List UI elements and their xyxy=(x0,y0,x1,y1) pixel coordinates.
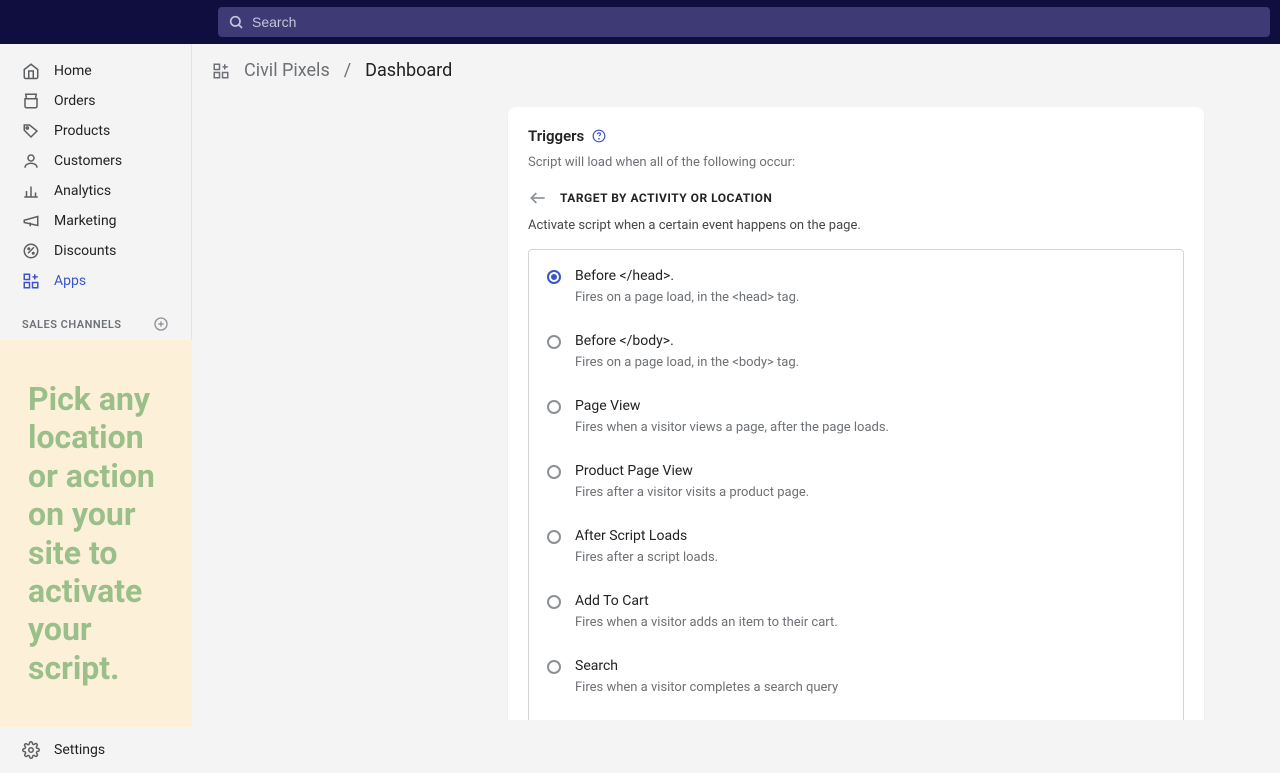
gear-icon xyxy=(22,741,40,759)
discounts-icon xyxy=(22,242,40,260)
settings-label: Settings xyxy=(54,742,105,758)
radio-button[interactable] xyxy=(547,660,561,695)
trigger-option[interactable]: Add To Cart Fires when a visitor adds an … xyxy=(529,579,1183,644)
promo-text: Pick any location or action on your site… xyxy=(28,380,164,687)
radio-button[interactable] xyxy=(547,400,561,435)
back-arrow-icon[interactable] xyxy=(528,188,548,208)
home-icon xyxy=(22,62,40,80)
sales-channels-header: SALES CHANNELS xyxy=(0,308,191,340)
apps-breadcrumb-icon xyxy=(212,62,230,80)
card-subtitle: Script will load when all of the followi… xyxy=(528,155,1184,170)
trigger-option[interactable]: Product Page View Fires after a visitor v… xyxy=(529,449,1183,514)
trigger-option[interactable]: Before </body>. Fires on a page load, in … xyxy=(529,319,1183,384)
radio-description: Fires on a page load, in the <head> tag. xyxy=(575,290,1165,305)
marketing-icon xyxy=(22,212,40,230)
breadcrumb: Civil Pixels / Dashboard xyxy=(192,44,1280,97)
trigger-option[interactable]: After Script Loads Fires after a script l… xyxy=(529,514,1183,579)
sidebar: Home Orders Products Customers Analytics… xyxy=(0,44,192,720)
radio-description: Fires after a visitor visits a product p… xyxy=(575,485,1165,500)
promo-overlay: Pick any location or action on your site… xyxy=(0,340,192,727)
radio-label: Page View xyxy=(575,398,1165,414)
radio-button[interactable] xyxy=(547,595,561,630)
sidebar-item-orders[interactable]: Orders xyxy=(0,86,191,116)
breadcrumb-sep: / xyxy=(344,60,351,81)
sidebar-item-customers[interactable]: Customers xyxy=(0,146,191,176)
sidebar-item-apps[interactable]: Apps xyxy=(0,266,191,296)
radio-description: Fires after a script loads. xyxy=(575,550,1165,565)
topbar-logo-spacer xyxy=(0,0,192,44)
sidebar-item-products[interactable]: Products xyxy=(0,116,191,146)
sidebar-item-label: Products xyxy=(54,123,110,139)
radio-button[interactable] xyxy=(547,335,561,370)
trigger-radio-list: Before </head>. Fires on a page load, in … xyxy=(528,249,1184,720)
search-box[interactable] xyxy=(218,7,1270,37)
trigger-option[interactable]: Page View Fires when a visitor views a pa… xyxy=(529,384,1183,449)
sidebar-item-label: Home xyxy=(54,63,92,79)
analytics-icon xyxy=(22,182,40,200)
radio-description: Fires when a visitor adds an item to the… xyxy=(575,615,1165,630)
radio-description: Fires on a page load, in the <body> tag. xyxy=(575,355,1165,370)
radio-label: Before </head>. xyxy=(575,268,1165,284)
main-content: Civil Pixels / Dashboard Triggers Script… xyxy=(192,44,1280,720)
products-icon xyxy=(22,122,40,140)
sidebar-item-label: Orders xyxy=(54,93,96,109)
radio-label: Add To Cart xyxy=(575,593,1165,609)
breadcrumb-current: Dashboard xyxy=(365,60,452,81)
sidebar-item-label: Discounts xyxy=(54,243,116,259)
section-description: Activate script when a certain event hap… xyxy=(528,218,1184,233)
sidebar-item-label: Analytics xyxy=(54,183,111,199)
radio-button[interactable] xyxy=(547,465,561,500)
section-heading: TARGET BY ACTIVITY OR LOCATION xyxy=(560,191,772,205)
radio-label: Product Page View xyxy=(575,463,1165,479)
radio-description: Fires when a visitor completes a search … xyxy=(575,680,1165,695)
sidebar-item-label: Customers xyxy=(54,153,122,169)
search-input[interactable] xyxy=(252,14,1260,30)
radio-button[interactable] xyxy=(547,270,561,305)
search-icon xyxy=(228,14,244,30)
sidebar-item-discounts[interactable]: Discounts xyxy=(0,236,191,266)
search-wrap xyxy=(192,7,1280,37)
sidebar-item-analytics[interactable]: Analytics xyxy=(0,176,191,206)
card-title: Triggers xyxy=(528,127,584,145)
sidebar-item-label: Apps xyxy=(54,273,86,289)
trigger-option[interactable]: Before </head>. Fires on a page load, in … xyxy=(529,254,1183,319)
sidebar-item-marketing[interactable]: Marketing xyxy=(0,206,191,236)
sidebar-item-home[interactable]: Home xyxy=(0,56,191,86)
customers-icon xyxy=(22,152,40,170)
trigger-option[interactable]: Purchase CompleteFires on the thank you … xyxy=(529,709,1183,720)
section-label: SALES CHANNELS xyxy=(22,318,122,331)
radio-description: Fires when a visitor views a page, after… xyxy=(575,420,1165,435)
trigger-option[interactable]: Search Fires when a visitor completes a s… xyxy=(529,644,1183,709)
help-icon[interactable] xyxy=(592,129,606,143)
radio-button[interactable] xyxy=(547,530,561,565)
apps-icon xyxy=(22,272,40,290)
radio-label: Before </body>. xyxy=(575,333,1165,349)
radio-label: Search xyxy=(575,658,1165,674)
orders-icon xyxy=(22,92,40,110)
triggers-card: Triggers Script will load when all of th… xyxy=(508,107,1204,720)
breadcrumb-root[interactable]: Civil Pixels xyxy=(244,60,330,81)
sidebar-item-settings[interactable]: Settings xyxy=(0,727,191,773)
sidebar-item-label: Marketing xyxy=(54,213,117,229)
radio-label: After Script Loads xyxy=(575,528,1165,544)
topbar xyxy=(0,0,1280,44)
add-channel-icon[interactable] xyxy=(153,316,169,332)
